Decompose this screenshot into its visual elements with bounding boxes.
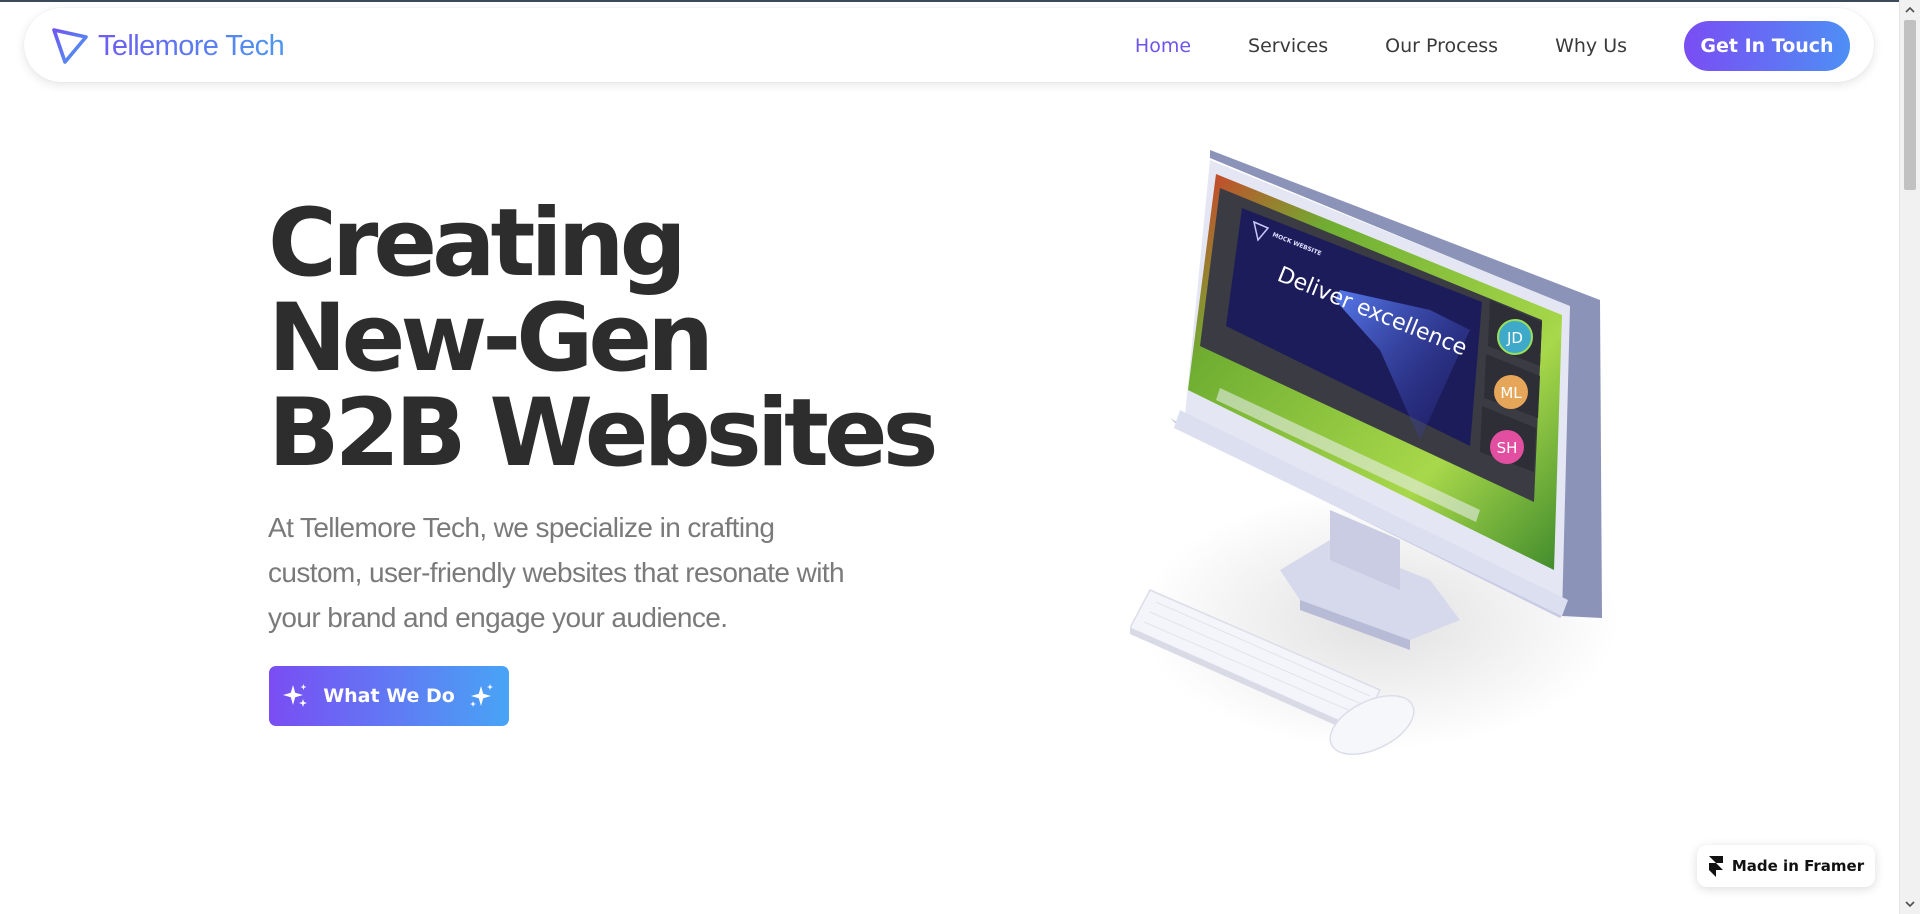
framer-logo-icon — [1708, 856, 1723, 877]
scroll-down-arrow-icon[interactable] — [1900, 896, 1920, 912]
hero-title-line-3: B2B Websites — [268, 379, 939, 488]
what-we-do-label: What We Do — [323, 685, 455, 707]
nav-home-link[interactable]: Home — [1135, 35, 1191, 57]
participant-initials: JD — [1506, 329, 1523, 347]
scrollbar-thumb[interactable] — [1904, 20, 1916, 190]
sparkle-icon — [282, 682, 310, 710]
participant-initials: SH — [1497, 439, 1518, 457]
hero-description: At Tellemore Tech, we specialize in craf… — [268, 512, 845, 633]
vertical-scrollbar[interactable] — [1899, 0, 1920, 914]
navbar: Tellemore Tech Home Services Our Process… — [24, 8, 1874, 82]
participant-initials: ML — [1500, 384, 1522, 402]
window-top-edge — [0, 0, 1920, 2]
brand-logo-link[interactable]: Tellemore Tech — [50, 26, 285, 66]
imac-illustration: MOCK WEBSITE Deliver excellence JD ML SH — [1130, 150, 1620, 755]
get-in-touch-button[interactable]: Get In Touch — [1684, 21, 1850, 71]
made-in-framer-badge[interactable]: Made in Framer — [1697, 845, 1875, 887]
scroll-up-arrow-icon[interactable] — [1900, 2, 1920, 18]
brand-name: Tellemore Tech — [98, 29, 285, 62]
hero-title: Creating New-Gen B2B Websites — [268, 189, 939, 488]
made-in-framer-label: Made in Framer — [1731, 857, 1865, 875]
triangle-logo-icon — [52, 28, 88, 64]
hero-title-line-1: Creating — [268, 189, 687, 298]
nav-services-link[interactable]: Services — [1248, 35, 1328, 57]
sparkle-icon — [468, 682, 496, 710]
hero-title-line-2: New-Gen — [268, 284, 714, 393]
nav-our-process-link[interactable]: Our Process — [1385, 35, 1498, 57]
nav-links: Home Services Our Process Why Us Get In … — [1135, 21, 1850, 71]
what-we-do-button[interactable]: What We Do — [269, 666, 509, 726]
nav-why-us-link[interactable]: Why Us — [1555, 35, 1627, 57]
